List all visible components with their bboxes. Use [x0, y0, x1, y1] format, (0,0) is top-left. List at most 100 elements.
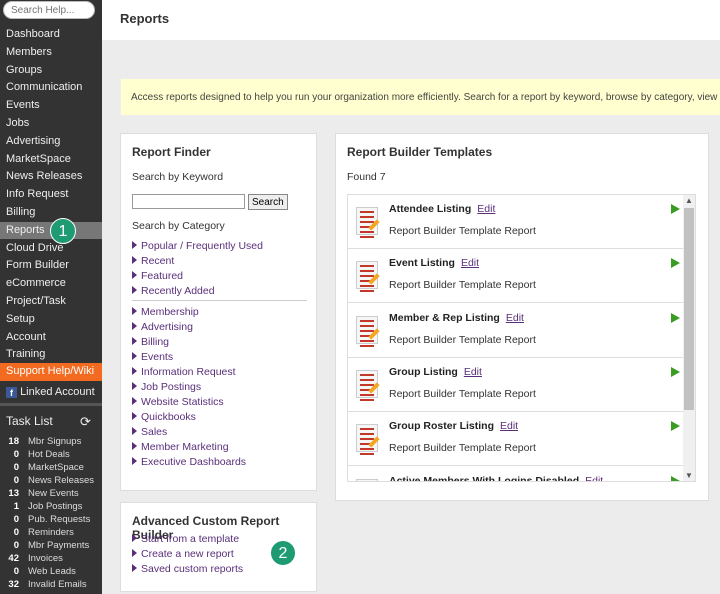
edit-link[interactable]: Edit: [585, 475, 603, 482]
sidebar-item-billing[interactable]: Billing: [0, 204, 102, 222]
link-member-marketing[interactable]: Member Marketing: [132, 441, 229, 453]
run-report-icon[interactable]: [671, 421, 680, 432]
scroll-up-icon[interactable]: ▲: [685, 196, 693, 205]
sidebar-item-advertising[interactable]: Advertising: [0, 133, 102, 151]
run-report-icon[interactable]: [671, 366, 680, 377]
templates-title: Report Builder Templates: [347, 145, 493, 159]
task-count: 0: [13, 475, 19, 486]
linked-account-label: Linked Account: [20, 386, 95, 398]
task-item[interactable]: 18 Mbr Signups: [0, 435, 102, 448]
link-featured[interactable]: Featured: [132, 270, 183, 282]
scrollbar[interactable]: ▲ ▼: [683, 195, 695, 481]
edit-link[interactable]: Edit: [506, 312, 524, 324]
search-button[interactable]: Search: [248, 194, 288, 210]
template-list: Attendee Listing Edit Report Builder Templ…: [347, 194, 696, 482]
link-recent[interactable]: Recent: [132, 255, 174, 267]
link-advertising[interactable]: Advertising: [132, 321, 193, 333]
link-billing[interactable]: Billing: [132, 336, 169, 348]
task-item[interactable]: 1 Job Postings: [0, 500, 102, 513]
refresh-icon[interactable]: ⟳: [80, 414, 91, 430]
link-events[interactable]: Events: [132, 351, 173, 363]
sidebar-item-groups[interactable]: Groups: [0, 62, 102, 80]
link-executive-dashboards[interactable]: Executive Dashboards: [132, 456, 246, 468]
run-report-icon[interactable]: [671, 204, 680, 214]
link-quickbooks[interactable]: Quickbooks: [132, 411, 196, 423]
edit-link[interactable]: Edit: [500, 420, 518, 432]
divider: [0, 403, 102, 406]
sidebar-item-marketspace[interactable]: MarketSpace: [0, 151, 102, 169]
link-create-a-new-report[interactable]: Create a new report: [132, 548, 234, 560]
link-popular-frequently-used[interactable]: Popular / Frequently Used: [132, 240, 263, 252]
link-website-statistics[interactable]: Website Statistics: [132, 396, 224, 408]
sidebar-item-support[interactable]: Support Help/Wiki: [0, 363, 102, 381]
task-item[interactable]: 0 MarketSpace: [0, 461, 102, 474]
task-label: MarketSpace: [28, 462, 84, 473]
run-report-icon[interactable]: [671, 312, 680, 323]
link-membership[interactable]: Membership: [132, 306, 199, 318]
report-finder-title: Report Finder: [132, 145, 211, 159]
template-name: Attendee Listing: [389, 203, 472, 215]
link-information-request[interactable]: Information Request: [132, 366, 236, 378]
task-item[interactable]: 0 Reminders: [0, 526, 102, 539]
task-item[interactable]: 0 News Releases: [0, 474, 102, 487]
category-label: Search by Category: [132, 220, 225, 232]
task-count: 1: [13, 501, 19, 512]
task-label: Reminders: [28, 527, 74, 538]
task-label: News Releases: [28, 475, 94, 486]
sidebar-item-setup[interactable]: Setup: [0, 311, 102, 329]
task-label: Hot Deals: [28, 449, 70, 460]
task-item[interactable]: 0 Pub. Requests: [0, 513, 102, 526]
sidebar-item-account[interactable]: Account: [0, 329, 102, 347]
task-item[interactable]: 32 Invalid Emails: [0, 578, 102, 591]
run-report-icon[interactable]: [671, 475, 680, 481]
scroll-thumb[interactable]: [684, 208, 694, 410]
template-row: Active Members With Logins DisabledEditR…: [348, 467, 684, 482]
keyword-input[interactable]: [132, 194, 245, 209]
sidebar-item-ecommerce[interactable]: eCommerce: [0, 275, 102, 293]
edit-link[interactable]: Edit: [461, 257, 479, 269]
task-item[interactable]: 0 Mbr Payments: [0, 539, 102, 552]
facebook-icon: f: [6, 387, 17, 398]
sidebar-item-training[interactable]: Training: [0, 346, 102, 364]
task-item[interactable]: 42 Invoices: [0, 552, 102, 565]
template-name: Group Listing: [389, 365, 458, 378]
link-saved-custom-reports[interactable]: Saved custom reports: [132, 563, 243, 575]
edit-link[interactable]: Edit: [477, 203, 495, 215]
link-start-from-a-template[interactable]: Start from a template: [132, 533, 239, 545]
sidebar: DashboardMembersGroupsCommunicationEvent…: [0, 0, 102, 594]
template-row: Group Roster Listing Edit Report Builder T…: [348, 412, 684, 467]
edit-link[interactable]: Edit: [464, 366, 482, 378]
report-finder-panel: Report Finder Search by Keyword Search S…: [120, 133, 317, 491]
sidebar-item-form-builder[interactable]: Form Builder: [0, 257, 102, 275]
sidebar-item-members[interactable]: Members: [0, 44, 102, 62]
sidebar-item-news-releases[interactable]: News Releases: [0, 168, 102, 186]
run-report-icon[interactable]: [671, 258, 680, 269]
template-desc: Report Builder Template Report: [389, 333, 536, 346]
divider: [132, 300, 307, 301]
scroll-down-icon[interactable]: ▼: [685, 471, 693, 480]
task-label: New Events: [28, 488, 79, 499]
search-help-input[interactable]: [3, 1, 95, 19]
sidebar-item-jobs[interactable]: Jobs: [0, 115, 102, 133]
link-job-postings[interactable]: Job Postings: [132, 381, 201, 393]
found-count: Found 7: [347, 171, 386, 183]
sidebar-item-cloud-drive[interactable]: Cloud Drive: [0, 240, 102, 258]
sidebar-item-communication[interactable]: Communication: [0, 79, 102, 97]
task-count: 13: [8, 488, 19, 499]
task-item[interactable]: 13 New Events: [0, 487, 102, 500]
task-item[interactable]: 0 Hot Deals: [0, 448, 102, 461]
task-count: 0: [13, 527, 19, 538]
template-name: Active Members With Logins Disabled: [389, 474, 580, 482]
sidebar-item-info-request[interactable]: Info Request: [0, 186, 102, 204]
sidebar-item-dashboard[interactable]: Dashboard: [0, 26, 102, 44]
link-recently-added[interactable]: Recently Added: [132, 285, 215, 297]
task-item[interactable]: 0 Web Leads: [0, 565, 102, 578]
task-label: Mbr Payments: [28, 540, 90, 551]
linked-account-link[interactable]: f Linked Account: [0, 384, 102, 402]
task-count: 42: [8, 553, 19, 564]
task-label: Mbr Signups: [28, 436, 82, 447]
sidebar-item-events[interactable]: Events: [0, 97, 102, 115]
sidebar-item-project-task[interactable]: Project/Task: [0, 293, 102, 311]
template-name: Event Listing: [389, 257, 455, 270]
link-sales[interactable]: Sales: [132, 426, 167, 438]
